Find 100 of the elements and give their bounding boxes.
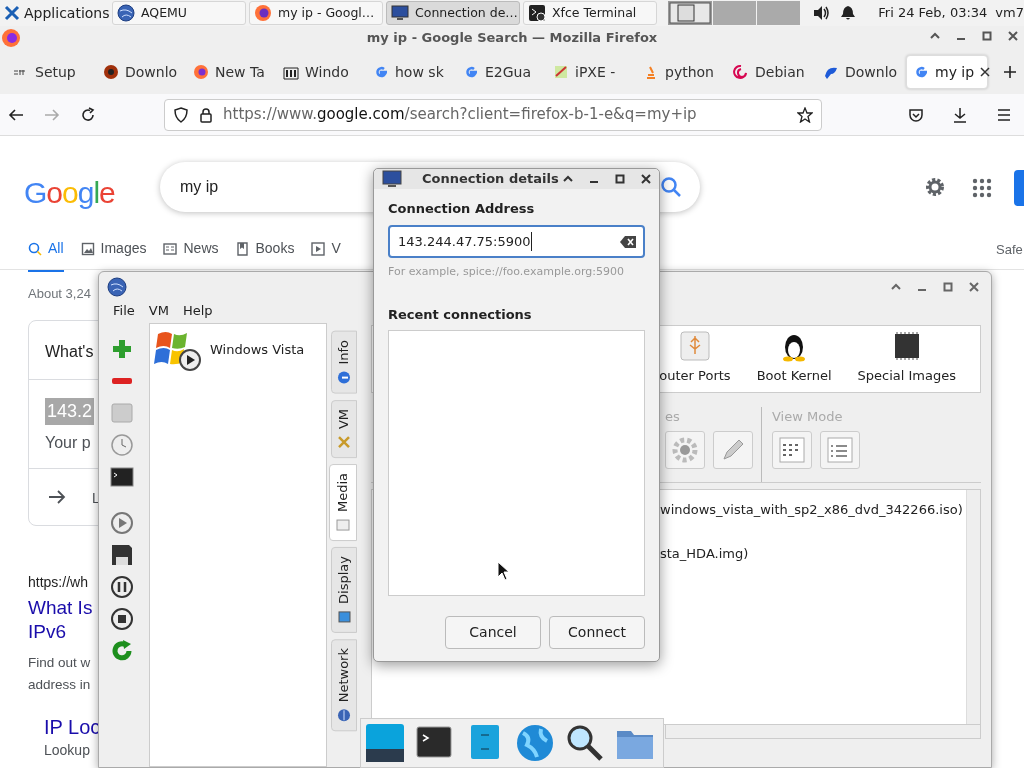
menu-icon[interactable] [996,106,1012,123]
maximize-icon[interactable] [615,173,625,184]
vertical-scrollbar[interactable] [966,490,980,724]
browser-tab[interactable]: Setup [6,55,95,89]
site-icon [103,64,119,80]
volume-icon[interactable] [812,4,831,22]
card-title: What's [45,342,94,362]
search-tab[interactable]: Images [80,238,147,272]
maximize-icon[interactable] [943,281,953,292]
search-tab[interactable]: Books [235,238,295,272]
right-arrow-icon[interactable] [48,489,66,505]
magnifier-icon[interactable] [565,723,605,763]
search-tab[interactable]: All [28,238,64,272]
maximize-icon[interactable] [982,31,992,41]
group-label: View Mode [772,408,844,426]
new-tab-plus-icon[interactable] [1003,65,1017,79]
icon-view-button[interactable] [772,430,812,469]
gear-icon [671,435,699,464]
google-logo[interactable]: Google [24,170,115,215]
taskbar-button[interactable]: my ip - Googl… [249,1,383,25]
user-name[interactable]: vm7 [995,3,1024,23]
side-tab[interactable]: Media [329,463,357,541]
browser-tab[interactable]: Debian [726,55,815,89]
dialog-button[interactable]: Cancel [445,616,541,649]
close-icon[interactable] [980,67,991,77]
book-icon [235,241,250,256]
menu-item[interactable]: Help [182,301,213,321]
browser-tab[interactable]: iPXE - [546,55,635,89]
sitelink-title[interactable]: IP Loc [44,712,101,742]
add-icon[interactable] [110,337,134,361]
menu-item[interactable]: VM [148,301,169,321]
floppy-icon[interactable] [110,543,134,567]
browser-tab[interactable]: Downlo [96,55,185,89]
play-icon[interactable] [110,511,134,535]
browser-tab[interactable]: my ip [906,55,988,89]
bookmark-star-icon[interactable] [797,106,813,123]
window-title: my ip - Google Search — Mozilla Firefox [366,29,658,48]
settings-icon[interactable] [924,176,946,198]
workspace-switcher[interactable] [668,1,800,25]
icon-grid-icon [779,436,805,463]
browser-tab[interactable]: New Ta [186,55,275,89]
side-tab[interactable]: Display [331,546,357,633]
list-view-button[interactable] [820,430,860,469]
download-icon[interactable] [952,106,968,123]
aqemu-globe-icon [117,4,135,22]
search-icon[interactable] [660,176,682,198]
clock[interactable]: Fri 24 Feb, 03:34 [878,3,988,23]
lock-icon[interactable] [199,106,213,123]
search-tab[interactable]: News [163,238,219,272]
notification-bell-icon[interactable] [840,5,857,21]
close-icon[interactable] [1008,31,1018,41]
group-label: es [665,408,681,426]
globe-icon[interactable] [515,723,555,763]
collapse-icon[interactable] [891,281,901,292]
menu-item[interactable]: File [113,301,135,321]
refresh-icon[interactable] [110,639,134,663]
taskbar-button[interactable]: AQEMU [112,1,246,25]
result-title-link[interactable]: What Is IPv6 [28,596,93,644]
device-button[interactable]: Boot Kernel [756,330,832,392]
vm-list-item[interactable]: Windows Vista [154,328,322,372]
address-bar[interactable]: https://www.google.com/search?client=firefox-b-1-e&q=my+ip [164,98,822,131]
desktop-icon[interactable] [365,723,405,763]
horizontal-scrollbar[interactable] [665,725,981,739]
google-icon [373,64,389,80]
dialog-button[interactable]: Connect [549,616,645,649]
url-text: https://www.google.com/search?client=firefox-b-1-e&q=my+ip [223,104,698,126]
browser-tab[interactable]: E2Gua [456,55,545,89]
side-tab[interactable]: Network [331,638,357,731]
pocket-icon[interactable] [908,106,924,123]
console-icon[interactable] [110,465,134,489]
safe-search-label[interactable]: Safe [996,240,1023,260]
collapse-icon[interactable] [563,173,573,184]
reload-icon[interactable] [80,106,96,123]
browser-tab[interactable]: Windo [276,55,365,89]
browser-tab[interactable]: how sk [366,55,455,89]
apps-grid-icon[interactable] [972,178,992,198]
hint-text: For example, spice://foo.example.org:5900 [388,264,625,280]
side-tab[interactable]: Info [331,331,357,394]
stop-icon[interactable] [110,607,134,631]
browser-tab[interactable]: Downlo [816,55,905,89]
media-list-item[interactable]: windows_vista_with_sp2_x86_dvd_342266.iso) [660,500,966,520]
collapse-icon[interactable] [930,31,940,41]
info-icon [337,370,351,385]
address-field[interactable]: 143.244.47.75:5900 [388,225,645,258]
applications-menu[interactable]: Applications [0,2,112,24]
device-button[interactable]: outer Ports [659,330,731,392]
shield-icon[interactable] [173,106,189,123]
back-arrow-icon[interactable] [8,106,24,123]
close-icon[interactable] [641,173,651,184]
side-tab[interactable]: VM [331,399,357,458]
clear-text-icon[interactable] [619,234,637,249]
search-tab[interactable]: V [311,238,341,272]
result-url[interactable]: https://wh [28,572,88,593]
media-list-item[interactable]: sta_HDA.img) [660,543,966,563]
browser-tab[interactable]: python [636,55,725,89]
taskbar-button[interactable]: Xfce Terminal [523,1,657,25]
properties-button[interactable] [665,430,705,469]
pause-icon[interactable] [110,575,134,599]
device-button[interactable]: Special Images [857,330,956,392]
taskbar-button[interactable]: Connection de… [386,1,520,25]
